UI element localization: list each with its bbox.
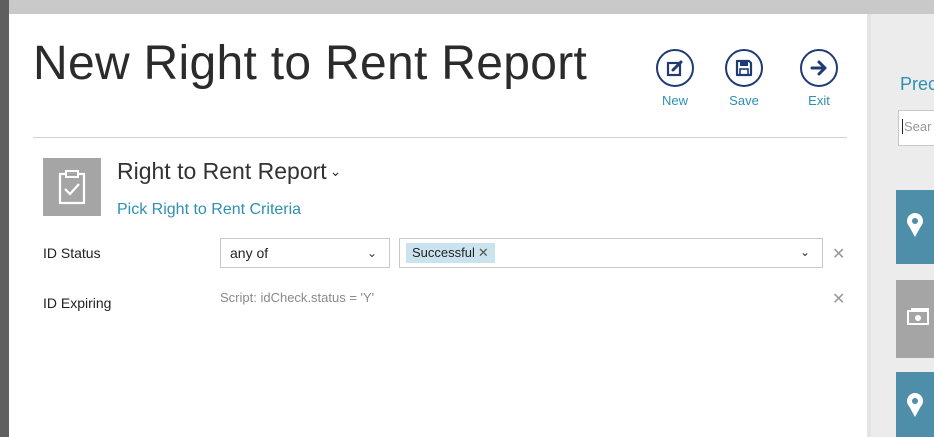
window-top-border <box>0 0 934 14</box>
save-button-label: Save <box>729 93 759 108</box>
pick-criteria-link[interactable]: Pick Right to Rent Criteria <box>117 201 301 219</box>
script-expression: Script: idCheck.status = 'Y' <box>220 290 375 305</box>
value-multiselect[interactable]: Successful ✕ ⌄ <box>399 238 823 268</box>
side-tile[interactable] <box>896 372 934 437</box>
save-button[interactable]: Save <box>713 49 775 108</box>
side-tile[interactable] <box>896 280 934 358</box>
new-button[interactable]: New <box>644 49 706 108</box>
exit-button[interactable]: Exit <box>788 49 850 108</box>
remove-criterion-button[interactable]: ✕ <box>832 289 845 309</box>
chevron-down-icon: ⌄ <box>329 163 342 179</box>
operator-select[interactable]: any of ⌄ <box>220 238 390 268</box>
location-pin-icon <box>906 392 924 423</box>
report-name-dropdown[interactable]: Right to Rent Report ⌄ <box>117 158 341 185</box>
selected-value-tag: Successful ✕ <box>406 243 495 263</box>
operator-value: any of <box>230 245 269 261</box>
chevron-down-icon: ⌄ <box>366 246 377 260</box>
side-panel-title: Prec <box>900 74 934 94</box>
side-tile[interactable] <box>896 190 934 264</box>
criteria-label: ID Expiring <box>43 295 112 311</box>
new-button-label: New <box>661 93 688 108</box>
title-divider <box>33 137 847 138</box>
new-icon <box>656 49 694 87</box>
save-icon <box>725 49 763 87</box>
remove-tag-icon[interactable]: ✕ <box>478 245 489 260</box>
remove-criterion-button[interactable]: ✕ <box>832 244 845 264</box>
report-name: Right to Rent Report <box>117 158 327 184</box>
side-search-input[interactable]: Sear <box>898 110 934 146</box>
clipboard-check-icon <box>43 158 101 216</box>
arrow-right-icon <box>800 49 838 87</box>
money-icon <box>906 307 930 331</box>
tag-label: Successful <box>412 245 475 260</box>
criteria-label: ID Status <box>43 245 101 261</box>
chevron-down-icon: ⌄ <box>799 245 810 259</box>
exit-button-label: Exit <box>808 93 830 108</box>
side-panel: Prec Sear <box>871 14 934 437</box>
location-pin-icon <box>906 212 924 243</box>
page-title: New Right to Rent Report <box>33 37 588 90</box>
search-placeholder: Sear <box>904 119 932 134</box>
window-left-border <box>0 0 9 437</box>
